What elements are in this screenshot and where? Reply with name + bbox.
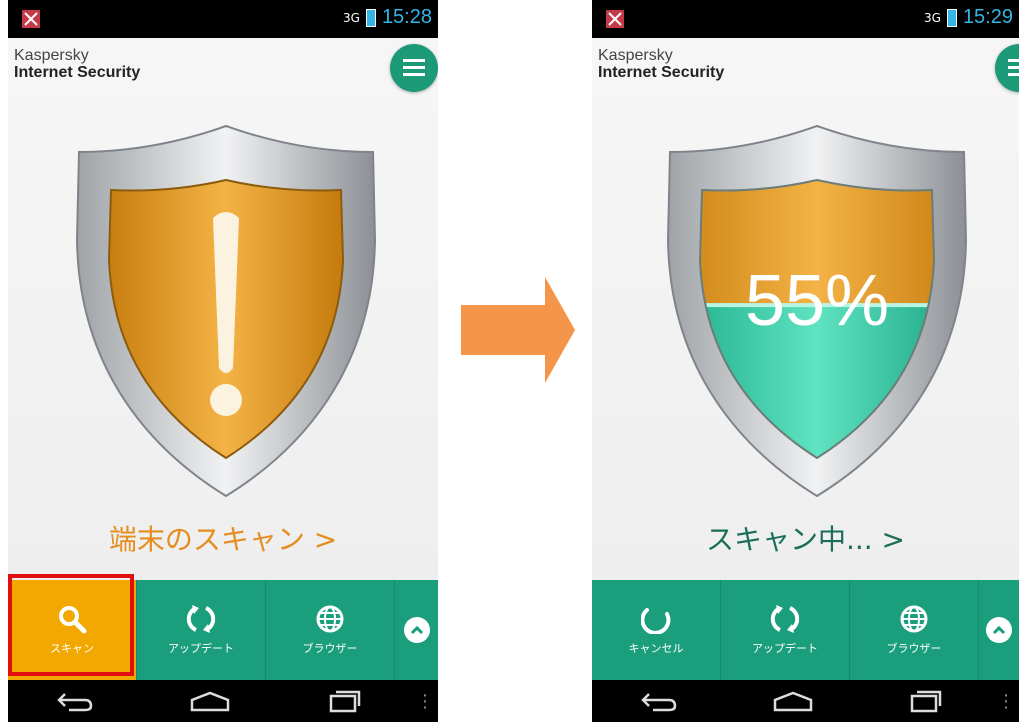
back-button[interactable]	[8, 690, 143, 712]
home-icon	[190, 691, 230, 712]
progress-percentage: 55%	[745, 261, 889, 341]
update-button[interactable]: アップデート	[137, 580, 266, 680]
scan-device-link[interactable]: 端末のスキャン >	[8, 518, 438, 558]
refresh-icon	[186, 605, 216, 633]
home-button[interactable]	[143, 690, 278, 712]
recents-button[interactable]	[859, 689, 993, 713]
bottom-toolbar: キャンセル アップデート ブラウザー	[592, 580, 1019, 680]
home-icon	[773, 691, 812, 712]
kaspersky-notification-icon	[22, 10, 40, 28]
back-icon	[57, 693, 93, 712]
cancel-button[interactable]: キャンセル	[592, 580, 721, 680]
android-nav-bar: ⋮	[592, 680, 1019, 722]
more-button[interactable]	[395, 580, 438, 680]
chevron-up-icon	[403, 617, 430, 643]
scanning-status-link[interactable]: スキャン中... >	[592, 518, 1019, 558]
menu-icon	[403, 59, 425, 76]
spinner-icon	[641, 608, 671, 634]
refresh-icon	[770, 605, 800, 633]
battery-icon	[365, 8, 376, 27]
scan-button[interactable]: スキャン	[8, 580, 137, 680]
browser-button[interactable]: ブラウザー	[266, 580, 395, 680]
phone-screen-before-scan: 3G 15:28 Kaspersky Internet Security 端末の…	[8, 0, 438, 722]
kaspersky-notification-icon	[606, 10, 624, 28]
status-time: 15:28	[381, 6, 432, 28]
menu-button[interactable]	[995, 44, 1019, 92]
bottom-toolbar: スキャン アップデート ブラウザー	[8, 580, 438, 680]
right-arrow-icon	[461, 277, 575, 383]
status-bar: 3G 15:28	[8, 0, 438, 38]
recents-button[interactable]	[277, 689, 412, 713]
app-brand: Kaspersky Internet Security	[14, 47, 141, 82]
globe-icon	[900, 605, 928, 633]
recents-icon	[329, 690, 360, 713]
chevron-up-icon	[986, 617, 1012, 643]
more-button[interactable]	[979, 580, 1019, 680]
transition-arrow	[461, 277, 575, 383]
progress-shield[interactable]: 55%	[662, 120, 972, 500]
update-button-label: アップデート	[752, 642, 818, 655]
home-button[interactable]	[726, 690, 860, 712]
signal-indicator: 3G	[924, 10, 941, 25]
status-bar: 3G 15:29	[592, 0, 1019, 38]
app-brand: Kaspersky Internet Security	[598, 47, 725, 82]
phone-screen-scanning: 3G 15:29 Kaspersky Internet Security 55%…	[592, 0, 1019, 722]
recents-icon	[910, 690, 942, 713]
android-nav-bar: ⋮	[8, 680, 438, 722]
product-name: Internet Security	[598, 63, 725, 81]
back-icon	[641, 693, 677, 712]
product-name: Internet Security	[14, 63, 141, 81]
signal-indicator: 3G	[343, 10, 360, 25]
back-button[interactable]	[592, 690, 726, 712]
battery-icon	[946, 8, 957, 27]
browser-button[interactable]: ブラウザー	[850, 580, 979, 680]
search-icon	[59, 606, 87, 634]
browser-button-label: ブラウザー	[302, 642, 358, 655]
update-button[interactable]: アップデート	[721, 580, 850, 680]
update-button-label: アップデート	[168, 642, 234, 655]
status-time: 15:29	[962, 6, 1013, 28]
scan-button-label: スキャン	[50, 642, 94, 655]
browser-button-label: ブラウザー	[886, 642, 942, 655]
menu-icon	[1008, 59, 1019, 76]
menu-button[interactable]	[390, 44, 438, 92]
overflow-menu-icon[interactable]: ⋮	[412, 691, 438, 712]
overflow-menu-icon[interactable]: ⋮	[993, 691, 1019, 712]
brand-name: Kaspersky	[598, 47, 673, 64]
brand-name: Kaspersky	[14, 47, 89, 64]
globe-icon	[316, 605, 344, 633]
warning-shield[interactable]	[71, 120, 381, 500]
cancel-button-label: キャンセル	[628, 642, 684, 655]
